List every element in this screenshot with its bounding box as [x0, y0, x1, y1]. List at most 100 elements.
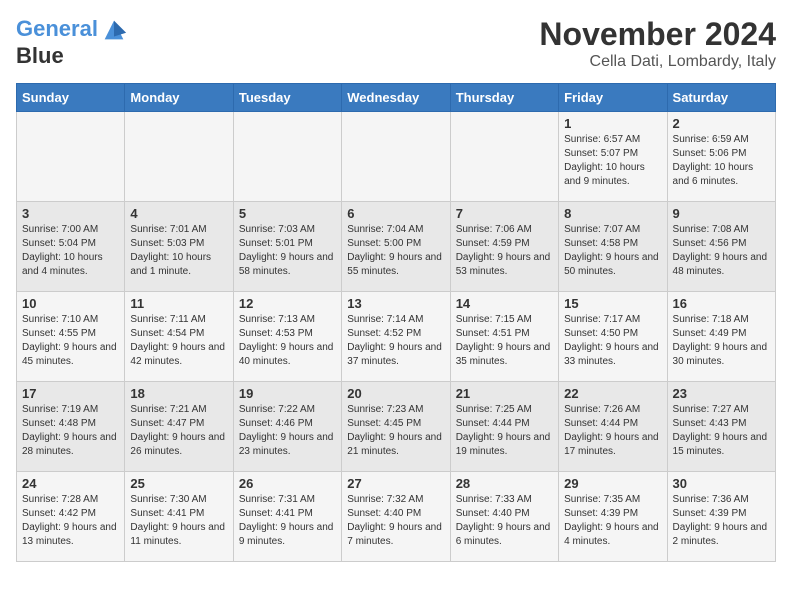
day-cell	[342, 112, 450, 202]
day-info: Sunrise: 7:26 AMSunset: 4:44 PMDaylight:…	[564, 403, 661, 459]
day-info: Sunrise: 7:14 AMSunset: 4:52 PMDaylight:…	[347, 313, 444, 369]
month-title: November 2024	[539, 16, 776, 53]
day-number: 8	[564, 206, 661, 221]
day-info: Sunrise: 7:28 AMSunset: 4:42 PMDaylight:…	[22, 493, 119, 549]
weekday-header-tuesday: Tuesday	[233, 84, 341, 112]
day-number: 16	[673, 296, 770, 311]
day-cell: 19Sunrise: 7:22 AMSunset: 4:46 PMDayligh…	[233, 382, 341, 472]
logo: General Blue	[16, 16, 128, 68]
weekday-header-row: SundayMondayTuesdayWednesdayThursdayFrid…	[17, 84, 776, 112]
day-cell: 4 Sunrise: 7:01 AMSunset: 5:03 PMDaylight…	[125, 202, 233, 292]
day-cell	[17, 112, 125, 202]
day-info: Sunrise: 7:03 AMSunset: 5:01 PMDaylight:…	[239, 223, 336, 279]
location: Cella Dati, Lombardy, Italy	[539, 53, 776, 71]
day-info: Sunrise: 7:23 AMSunset: 4:45 PMDaylight:…	[347, 403, 444, 459]
day-info: Sunrise: 7:06 AMSunset: 4:59 PMDaylight:…	[456, 223, 553, 279]
day-number: 3	[22, 206, 119, 221]
day-info: Sunrise: 7:22 AMSunset: 4:46 PMDaylight:…	[239, 403, 336, 459]
day-cell: 26 Sunrise: 7:31 AMSunset: 4:41 PMDayligh…	[233, 472, 341, 562]
day-number: 25	[130, 476, 227, 491]
day-cell: 10 Sunrise: 7:10 AMSunset: 4:55 PMDayligh…	[17, 292, 125, 382]
day-number: 27	[347, 476, 444, 491]
day-number: 2	[673, 116, 770, 131]
day-info: Sunrise: 7:18 AMSunset: 4:49 PMDaylight:…	[673, 313, 770, 369]
day-cell: 18 Sunrise: 7:21 AMSunset: 4:47 PMDayligh…	[125, 382, 233, 472]
day-cell: 5 Sunrise: 7:03 AMSunset: 5:01 PMDaylight…	[233, 202, 341, 292]
weekday-header-thursday: Thursday	[450, 84, 558, 112]
day-cell: 11Sunrise: 7:11 AMSunset: 4:54 PMDayligh…	[125, 292, 233, 382]
week-row-5: 24 Sunrise: 7:28 AMSunset: 4:42 PMDayligh…	[17, 472, 776, 562]
day-number: 28	[456, 476, 553, 491]
day-cell: 20Sunrise: 7:23 AMSunset: 4:45 PMDayligh…	[342, 382, 450, 472]
weekday-header-monday: Monday	[125, 84, 233, 112]
day-info: Sunrise: 7:17 AMSunset: 4:50 PMDaylight:…	[564, 313, 661, 369]
day-number: 17	[22, 386, 119, 401]
day-info: Sunrise: 7:21 AMSunset: 4:47 PMDaylight:…	[130, 403, 227, 459]
week-row-4: 17Sunrise: 7:19 AMSunset: 4:48 PMDayligh…	[17, 382, 776, 472]
day-cell: 9 Sunrise: 7:08 AMSunset: 4:56 PMDaylight…	[667, 202, 775, 292]
day-cell: 16 Sunrise: 7:18 AMSunset: 4:49 PMDayligh…	[667, 292, 775, 382]
day-cell	[233, 112, 341, 202]
day-number: 22	[564, 386, 661, 401]
day-number: 30	[673, 476, 770, 491]
day-cell: 27Sunrise: 7:32 AMSunset: 4:40 PMDayligh…	[342, 472, 450, 562]
day-info: Sunrise: 7:08 AMSunset: 4:56 PMDaylight:…	[673, 223, 770, 279]
day-cell: 3 Sunrise: 7:00 AMSunset: 5:04 PMDaylight…	[17, 202, 125, 292]
day-number: 4	[130, 206, 227, 221]
day-number: 18	[130, 386, 227, 401]
day-cell: 21 Sunrise: 7:25 AMSunset: 4:44 PMDayligh…	[450, 382, 558, 472]
day-number: 7	[456, 206, 553, 221]
day-number: 24	[22, 476, 119, 491]
day-number: 5	[239, 206, 336, 221]
day-cell: 8 Sunrise: 7:07 AMSunset: 4:58 PMDaylight…	[559, 202, 667, 292]
day-cell	[450, 112, 558, 202]
day-cell	[125, 112, 233, 202]
day-cell: 2Sunrise: 6:59 AMSunset: 5:06 PMDaylight…	[667, 112, 775, 202]
day-info: Sunrise: 7:13 AMSunset: 4:53 PMDaylight:…	[239, 313, 336, 369]
week-row-1: 1Sunrise: 6:57 AMSunset: 5:07 PMDaylight…	[17, 112, 776, 202]
day-cell: 24 Sunrise: 7:28 AMSunset: 4:42 PMDayligh…	[17, 472, 125, 562]
day-number: 21	[456, 386, 553, 401]
day-cell: 12 Sunrise: 7:13 AMSunset: 4:53 PMDayligh…	[233, 292, 341, 382]
day-cell: 29Sunrise: 7:35 AMSunset: 4:39 PMDayligh…	[559, 472, 667, 562]
day-info: Sunrise: 7:01 AMSunset: 5:03 PMDaylight:…	[130, 223, 227, 279]
day-info: Sunrise: 7:15 AMSunset: 4:51 PMDaylight:…	[456, 313, 553, 369]
week-row-2: 3 Sunrise: 7:00 AMSunset: 5:04 PMDaylight…	[17, 202, 776, 292]
day-cell: 22 Sunrise: 7:26 AMSunset: 4:44 PMDayligh…	[559, 382, 667, 472]
weekday-header-friday: Friday	[559, 84, 667, 112]
day-number: 6	[347, 206, 444, 221]
day-info: Sunrise: 7:10 AMSunset: 4:55 PMDaylight:…	[22, 313, 119, 369]
day-number: 12	[239, 296, 336, 311]
day-number: 23	[673, 386, 770, 401]
day-cell: 15Sunrise: 7:17 AMSunset: 4:50 PMDayligh…	[559, 292, 667, 382]
day-info: Sunrise: 7:35 AMSunset: 4:39 PMDaylight:…	[564, 493, 661, 549]
day-info: Sunrise: 7:30 AMSunset: 4:41 PMDaylight:…	[130, 493, 227, 549]
day-cell: 7 Sunrise: 7:06 AMSunset: 4:59 PMDaylight…	[450, 202, 558, 292]
day-cell: 1Sunrise: 6:57 AMSunset: 5:07 PMDaylight…	[559, 112, 667, 202]
day-info: Sunrise: 7:00 AMSunset: 5:04 PMDaylight:…	[22, 223, 119, 279]
day-info: Sunrise: 7:25 AMSunset: 4:44 PMDaylight:…	[456, 403, 553, 459]
day-cell: 28 Sunrise: 7:33 AMSunset: 4:40 PMDayligh…	[450, 472, 558, 562]
week-row-3: 10 Sunrise: 7:10 AMSunset: 4:55 PMDayligh…	[17, 292, 776, 382]
day-cell: 14Sunrise: 7:15 AMSunset: 4:51 PMDayligh…	[450, 292, 558, 382]
day-cell: 30 Sunrise: 7:36 AMSunset: 4:39 PMDayligh…	[667, 472, 775, 562]
day-info: Sunrise: 7:36 AMSunset: 4:39 PMDaylight:…	[673, 493, 770, 549]
page-header: General Blue November 2024 Cella Dati, L…	[16, 16, 776, 71]
day-cell: 13Sunrise: 7:14 AMSunset: 4:52 PMDayligh…	[342, 292, 450, 382]
day-number: 10	[22, 296, 119, 311]
day-cell: 6Sunrise: 7:04 AMSunset: 5:00 PMDaylight…	[342, 202, 450, 292]
day-info: Sunrise: 7:33 AMSunset: 4:40 PMDaylight:…	[456, 493, 553, 549]
day-info: Sunrise: 7:07 AMSunset: 4:58 PMDaylight:…	[564, 223, 661, 279]
weekday-header-sunday: Sunday	[17, 84, 125, 112]
title-block: November 2024 Cella Dati, Lombardy, Ital…	[539, 16, 776, 71]
day-cell: 25 Sunrise: 7:30 AMSunset: 4:41 PMDayligh…	[125, 472, 233, 562]
weekday-header-wednesday: Wednesday	[342, 84, 450, 112]
calendar-table: SundayMondayTuesdayWednesdayThursdayFrid…	[16, 83, 776, 562]
day-number: 1	[564, 116, 661, 131]
day-info: Sunrise: 7:31 AMSunset: 4:41 PMDaylight:…	[239, 493, 336, 549]
day-info: Sunrise: 7:11 AMSunset: 4:54 PMDaylight:…	[130, 313, 227, 369]
day-number: 9	[673, 206, 770, 221]
day-number: 26	[239, 476, 336, 491]
logo-text: General Blue	[16, 16, 128, 68]
day-info: Sunrise: 7:27 AMSunset: 4:43 PMDaylight:…	[673, 403, 770, 459]
